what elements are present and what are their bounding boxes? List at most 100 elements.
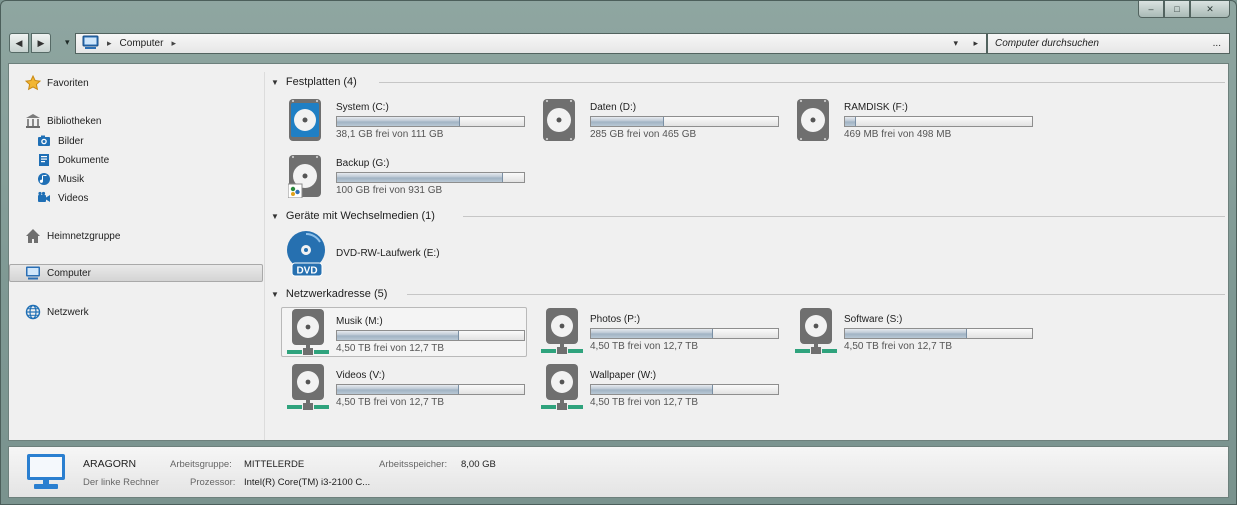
network-drive-icon	[287, 364, 329, 410]
nav-item-label: Computer	[47, 267, 91, 279]
drive-item[interactable]: System (C:) 38,1 GB frei von 111 GB	[282, 94, 528, 146]
computer-name: ARAGORN	[83, 458, 137, 470]
back-button[interactable]: ◀	[9, 33, 29, 53]
address-bar[interactable]: ▸ Computer ▸ ▾ ▸	[75, 33, 987, 54]
drive-name: Daten (D:)	[590, 102, 637, 113]
video-camera-icon	[37, 191, 51, 205]
breadcrumb-separator: ▸	[107, 38, 112, 48]
address-dropdown[interactable]: ▾	[953, 38, 958, 49]
group-separator	[463, 216, 1225, 217]
capacity-bar	[590, 116, 779, 127]
free-space-text: 100 GB frei von 931 GB	[336, 185, 443, 196]
capacity-bar	[336, 172, 525, 183]
drive-item[interactable]: RAMDISK (F:) 469 MB frei von 498 MB	[790, 94, 1036, 146]
capacity-bar	[844, 116, 1033, 127]
group-title: Netzwerkadresse (5)	[285, 288, 388, 300]
forward-button[interactable]: ▶	[31, 33, 51, 53]
processor-label: Prozessor:	[190, 477, 236, 488]
network-drive-icon	[795, 308, 837, 354]
hard-drive-icon	[797, 99, 829, 141]
free-space-text: 285 GB frei von 465 GB	[590, 129, 697, 140]
document-icon	[37, 153, 51, 167]
nav-item-pictures[interactable]: Bilder	[37, 132, 84, 150]
memory-label: Arbeitsspeicher:	[379, 459, 448, 470]
nav-item-favorites[interactable]: Favoriten	[25, 74, 89, 92]
group-header-network-locations[interactable]: ▼ Netzwerkadresse (5)	[271, 287, 1225, 301]
nav-item-computer[interactable]: Computer	[9, 264, 263, 282]
capacity-bar	[590, 328, 779, 339]
workgroup-label: Arbeitsgruppe:	[170, 459, 232, 470]
nav-item-label: Netzwerk	[47, 306, 89, 318]
nav-item-libraries[interactable]: Bibliotheken	[25, 112, 101, 130]
nav-item-videos[interactable]: Videos	[37, 189, 88, 207]
recent-pages-dropdown[interactable]: ▾	[65, 37, 70, 48]
nav-item-documents[interactable]: Dokumente	[37, 151, 109, 169]
network-drive-icon	[541, 364, 583, 410]
dvd-label: DVD	[296, 266, 317, 277]
group-header-hard-disks[interactable]: ▼ Festplatten (4)	[271, 75, 1225, 89]
network-drive-icon	[287, 309, 329, 355]
nav-item-label: Bilder	[58, 135, 84, 147]
breadcrumb-separator[interactable]: ▸	[171, 38, 176, 49]
navigation-toolbar: ◀ ▶ ▾ ▸ Computer ▸ ▾ ▸ Computer durchsuc…	[9, 31, 1230, 55]
content-area: Favoriten Bibliotheken Bilder Dokumente	[8, 63, 1229, 441]
caption-buttons: – □ ✕	[1138, 1, 1230, 18]
hard-drive-icon	[543, 99, 575, 141]
pane-divider[interactable]	[264, 72, 265, 440]
drive-item[interactable]: DVD DVD-RW-Laufwerk (E:)	[282, 228, 528, 280]
drive-item[interactable]: Backup (G:) 100 GB frei von 931 GB	[282, 150, 528, 202]
group-title: Festplatten (4)	[285, 76, 357, 88]
drive-item[interactable]: Videos (V:) 4,50 TB frei von 12,7 TB	[282, 362, 528, 414]
drive-item[interactable]: Daten (D:) 285 GB frei von 465 GB	[536, 94, 782, 146]
drive-item-selected[interactable]: Musik (M:) 4,50 TB frei von 12,7 TB	[281, 307, 527, 357]
explorer-window: – □ ✕ ◀ ▶ ▾ ▸ Computer ▸ ▾ ▸ Computer du…	[0, 0, 1237, 505]
breadcrumb-computer[interactable]: Computer	[120, 38, 164, 49]
nav-item-label: Bibliotheken	[47, 115, 102, 127]
nav-item-label: Videos	[58, 192, 89, 204]
free-space-text: 4,50 TB frei von 12,7 TB	[590, 397, 699, 408]
maximize-button[interactable]: □	[1164, 1, 1190, 18]
workgroup-value: MITTELERDE	[244, 459, 305, 470]
group-header-removable-media[interactable]: ▼ Geräte mit Wechselmedien (1)	[271, 209, 1225, 223]
star-icon	[25, 75, 41, 91]
nav-item-music[interactable]: Musik	[37, 170, 84, 188]
computer-icon	[25, 265, 41, 281]
nav-item-network[interactable]: Netzwerk	[25, 303, 89, 321]
group-title: Geräte mit Wechselmedien (1)	[285, 210, 435, 222]
search-options-button[interactable]: ...	[1213, 38, 1221, 49]
computer-icon	[27, 454, 65, 489]
drive-item[interactable]: Photos (P:) 4,50 TB frei von 12,7 TB	[536, 306, 782, 358]
nav-item-label: Musik	[58, 173, 85, 185]
capacity-bar	[336, 330, 525, 341]
home-icon	[25, 228, 41, 244]
capacity-fill	[591, 385, 713, 394]
search-placeholder: Computer durchsuchen	[995, 38, 1099, 49]
capacity-fill	[337, 117, 461, 126]
globe-icon	[25, 304, 41, 320]
drive-name: DVD-RW-Laufwerk (E:)	[336, 248, 440, 259]
capacity-fill	[591, 329, 713, 338]
drive-item[interactable]: Software (S:) 4,50 TB frei von 12,7 TB	[790, 306, 1036, 358]
collapse-triangle-icon[interactable]: ▼	[271, 78, 279, 87]
drive-name: RAMDISK (F:)	[844, 102, 908, 113]
free-space-text: 4,50 TB frei von 12,7 TB	[336, 343, 445, 354]
capacity-bar	[844, 328, 1033, 339]
group-separator	[407, 294, 1225, 295]
free-space-text: 38,1 GB frei von 111 GB	[336, 129, 444, 140]
capacity-bar	[590, 384, 779, 395]
free-space-text: 4,50 TB frei von 12,7 TB	[844, 341, 953, 352]
file-list: ▼ Festplatten (4) System (C:) 38,1 GB fr…	[267, 64, 1227, 440]
collapse-triangle-icon[interactable]: ▼	[271, 212, 279, 221]
close-button[interactable]: ✕	[1190, 1, 1230, 18]
free-space-text: 469 MB frei von 498 MB	[844, 129, 952, 140]
refresh-button[interactable]: ▸	[973, 38, 978, 49]
hard-drive-shared-icon	[288, 155, 321, 198]
nav-item-homegroup[interactable]: Heimnetzgruppe	[25, 227, 120, 245]
minimize-button[interactable]: –	[1138, 1, 1164, 18]
capacity-bar	[336, 384, 525, 395]
search-input[interactable]: Computer durchsuchen ...	[987, 33, 1230, 54]
drive-item[interactable]: Wallpaper (W:) 4,50 TB frei von 12,7 TB	[536, 362, 782, 414]
drive-name: Software (S:)	[844, 314, 903, 325]
capacity-fill	[845, 329, 967, 338]
collapse-triangle-icon[interactable]: ▼	[271, 290, 279, 299]
